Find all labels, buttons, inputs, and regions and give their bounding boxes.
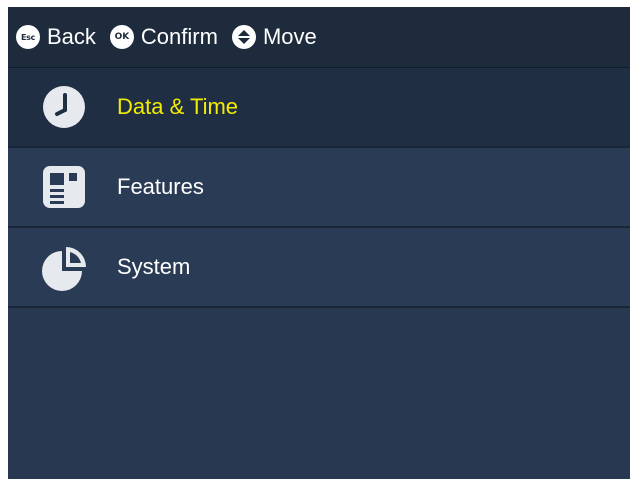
confirm-hint[interactable]: OK Confirm bbox=[109, 24, 218, 50]
settings-screen: Esc Back OK Confirm Move Data & Time Fea… bbox=[8, 7, 630, 479]
menu-item-features[interactable]: Features bbox=[8, 148, 630, 228]
menu-item-label: System bbox=[117, 254, 191, 279]
features-icon bbox=[39, 162, 89, 212]
esc-key-icon: Esc bbox=[16, 25, 40, 49]
menu-item-system[interactable]: System bbox=[8, 228, 630, 308]
confirm-label: Confirm bbox=[140, 24, 218, 49]
pie-chart-icon bbox=[39, 242, 89, 292]
key-hint-bar: Esc Back OK Confirm Move bbox=[8, 7, 630, 68]
settings-menu: Data & Time Features System bbox=[8, 68, 630, 308]
move-hint[interactable]: Move bbox=[231, 24, 317, 50]
menu-item-date-time[interactable]: Data & Time bbox=[8, 68, 630, 148]
clock-icon bbox=[39, 82, 89, 132]
move-label: Move bbox=[262, 24, 317, 49]
menu-item-label: Data & Time bbox=[117, 94, 239, 119]
up-down-arrows-icon bbox=[231, 25, 256, 49]
back-hint[interactable]: Esc Back bbox=[16, 24, 96, 50]
back-label: Back bbox=[47, 24, 96, 49]
ok-key-icon: OK bbox=[109, 25, 134, 49]
menu-item-label: Features bbox=[117, 174, 204, 199]
